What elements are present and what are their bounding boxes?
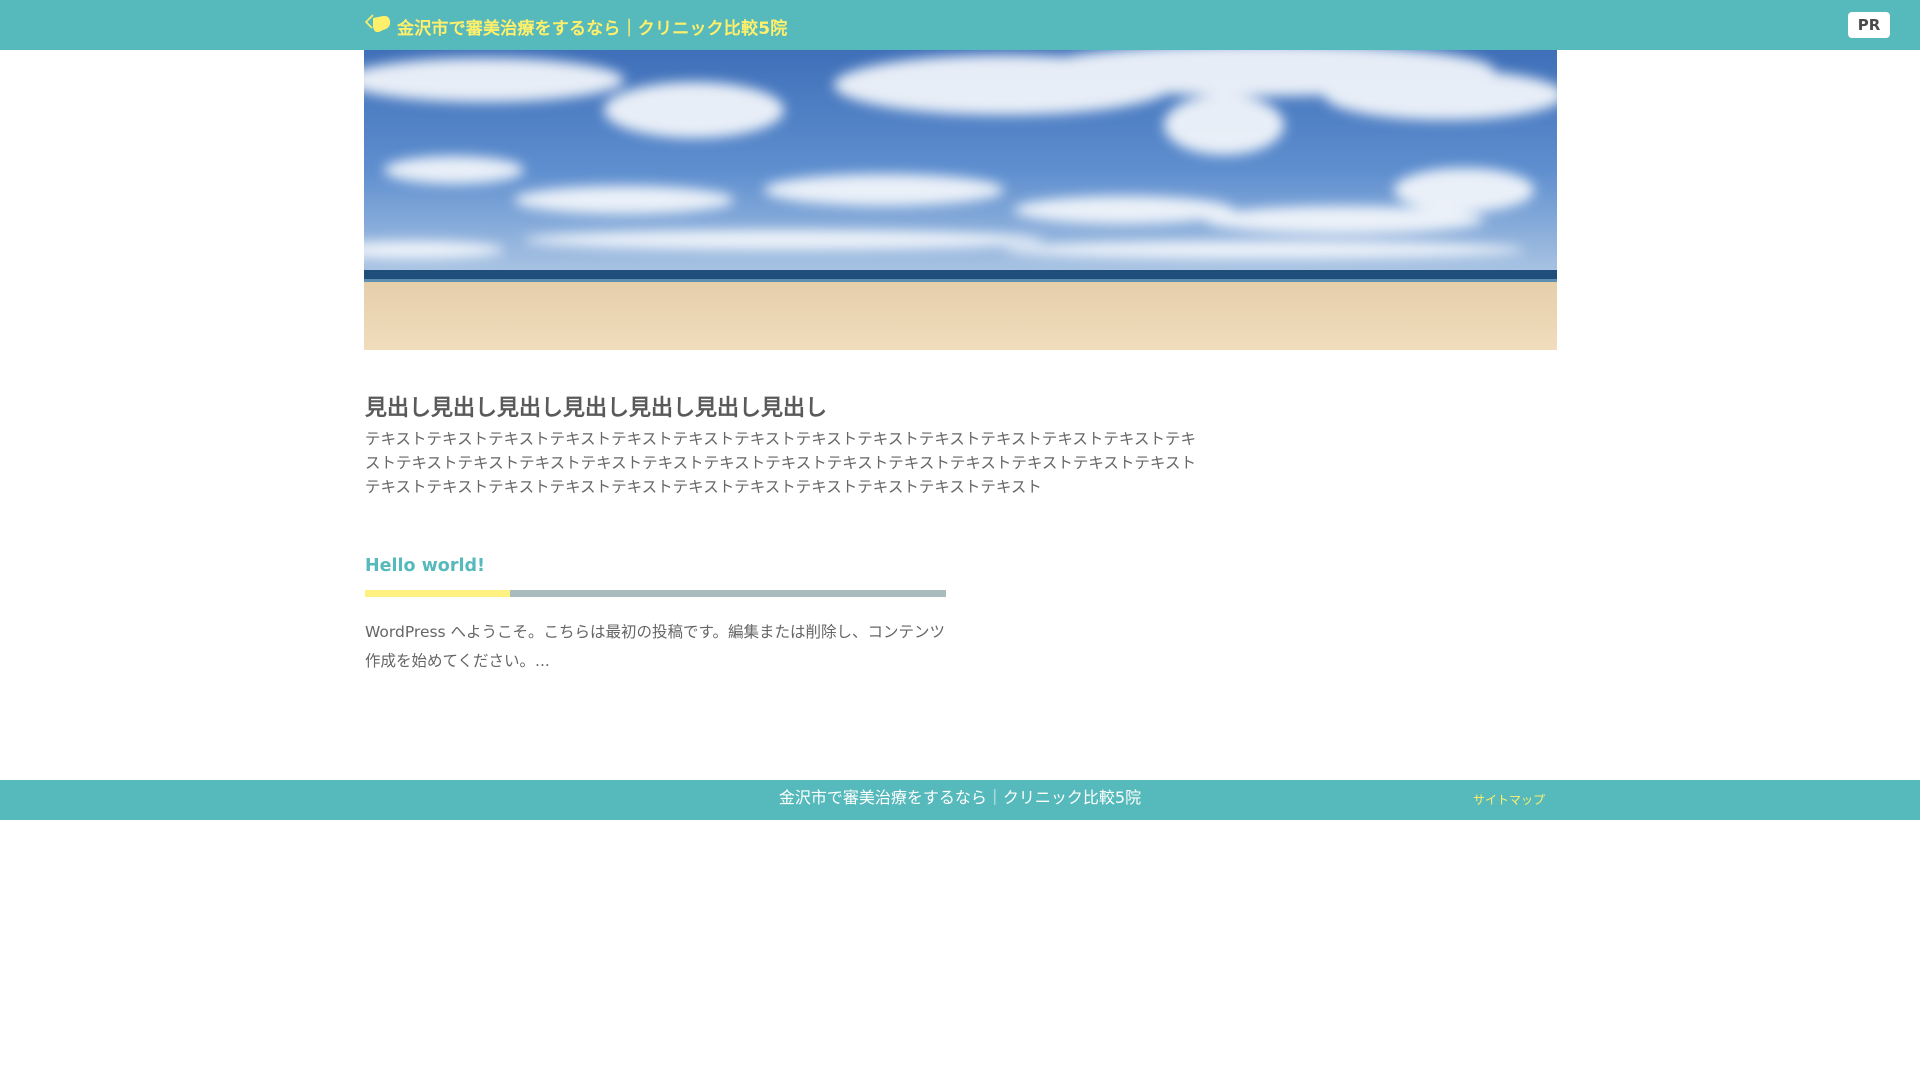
post-card: Hello world! WordPress へようこそ。こちらは最初の投稿です… bbox=[365, 554, 946, 676]
lead-text: テキストテキストテキストテキストテキストテキストテキストテキストテキストテキスト… bbox=[365, 430, 1196, 496]
divider-base bbox=[510, 590, 946, 597]
hero-image bbox=[364, 50, 1557, 350]
site-header: 金沢市で審美治療をするなら｜クリニック比較5院 PR bbox=[0, 0, 1920, 50]
post-title-link[interactable]: Hello world! bbox=[365, 554, 946, 578]
sitemap-link[interactable]: サイトマップ bbox=[1466, 791, 1545, 807]
site-title-text: 金沢市で審美治療をするなら｜クリニック比較5院 bbox=[397, 18, 788, 39]
site-title-link[interactable]: 金沢市で審美治療をするなら｜クリニック比較5院 bbox=[364, 13, 787, 39]
pr-badge: PR bbox=[1848, 12, 1890, 38]
lead-heading: 見出し見出し見出し見出し見出し見出し見出し bbox=[365, 396, 828, 421]
footer-copyright: 金沢市で審美治療をするなら｜クリニック比較5院 bbox=[778, 788, 1142, 807]
divider-accent bbox=[365, 590, 510, 597]
post-divider bbox=[365, 590, 946, 597]
sitemap-label: サイトマップ bbox=[1473, 792, 1546, 807]
tooth-logo-icon bbox=[364, 13, 394, 39]
site-footer: 金沢市で審美治療をするなら｜クリニック比較5院 サイトマップ bbox=[0, 780, 1920, 820]
post-excerpt: WordPress へようこそ。こちらは最初の投稿です。編集または削除し、コンテ… bbox=[365, 623, 946, 670]
